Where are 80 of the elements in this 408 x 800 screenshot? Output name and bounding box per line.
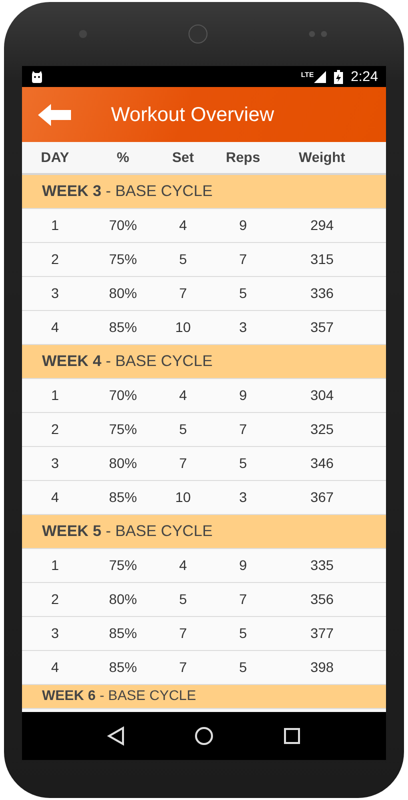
set-cell-text: 7 <box>178 658 188 677</box>
back-arrow-icon[interactable] <box>38 104 71 126</box>
weight-cell-text: 367 <box>309 488 335 507</box>
weight-cell-text: 315 <box>309 250 335 269</box>
recents-icon[interactable] <box>283 727 302 745</box>
weight-cell-text: 377 <box>309 624 335 643</box>
column-header: DAY <box>40 148 70 167</box>
weight-cell-text: 304 <box>309 386 335 405</box>
screen-title: Workout Overview <box>111 102 274 128</box>
set-cell-text: 5 <box>178 250 188 269</box>
day-cell-text: 4 <box>50 658 60 677</box>
percent-cell-text: 85% <box>108 624 138 643</box>
week-heading: WEEK 3 - BASE CYCLE <box>42 182 213 202</box>
home-icon[interactable] <box>194 726 214 746</box>
weight-cell-text: 336 <box>309 284 335 303</box>
set-cell-text: 5 <box>178 590 188 609</box>
reps-cell-text: 7 <box>238 590 248 609</box>
set-cell-text: 7 <box>178 284 188 303</box>
reps-cell-text: 5 <box>238 284 248 303</box>
percent-cell-text: 75% <box>108 556 138 575</box>
reps-cell-text: 7 <box>238 420 248 439</box>
set-cell-text: 7 <box>178 624 188 643</box>
percent-cell-text: 80% <box>108 454 138 473</box>
percent-cell-text: 70% <box>108 216 138 235</box>
percent-cell-text: 80% <box>108 590 138 609</box>
percent-cell-text: 85% <box>108 658 138 677</box>
reps-cell-text: 5 <box>238 658 248 677</box>
day-cell-text: 2 <box>50 420 60 439</box>
reps-cell-text: 7 <box>238 250 248 269</box>
reps-cell-text: 3 <box>238 488 248 507</box>
weight-cell-text: 357 <box>309 318 335 337</box>
column-header: % <box>116 148 130 167</box>
reps-cell-text: 9 <box>238 556 248 575</box>
set-cell-text: 10 <box>174 488 192 507</box>
weight-cell-text: 294 <box>309 216 335 235</box>
column-header: Reps <box>224 148 262 167</box>
clock: 2:24 <box>350 67 378 86</box>
sensor-icon <box>308 30 330 38</box>
week-heading: WEEK 4 - BASE CYCLE <box>42 352 213 372</box>
set-cell-text: 10 <box>174 318 192 337</box>
weight-cell-text: 398 <box>309 658 335 677</box>
speaker-icon <box>188 24 208 44</box>
back-icon[interactable] <box>106 726 125 746</box>
day-cell-text: 1 <box>50 556 60 575</box>
reps-cell-text: 9 <box>238 216 248 235</box>
set-cell-text: 4 <box>178 216 188 235</box>
weight-cell-text: 356 <box>309 590 335 609</box>
day-cell-text: 4 <box>50 488 60 507</box>
day-cell-text: 1 <box>50 216 60 235</box>
set-cell-text: 5 <box>178 420 188 439</box>
week-heading: WEEK 6 - BASE CYCLE <box>42 687 196 703</box>
weight-cell-text: 325 <box>309 420 335 439</box>
reps-cell-text: 9 <box>238 386 248 405</box>
day-cell-text: 4 <box>50 318 60 337</box>
set-cell-text: 4 <box>178 386 188 405</box>
day-cell-text: 3 <box>50 454 60 473</box>
column-header: Set <box>171 148 195 167</box>
signal-icon <box>314 70 326 82</box>
reps-cell-text: 5 <box>238 624 248 643</box>
percent-cell-text: 80% <box>108 284 138 303</box>
day-cell-text: 2 <box>50 250 60 269</box>
week-heading: WEEK 5 - BASE CYCLE <box>42 522 213 542</box>
day-cell-text: 3 <box>50 624 60 643</box>
weight-cell-text: 335 <box>309 556 335 575</box>
percent-cell-text: 70% <box>108 386 138 405</box>
day-cell-text: 2 <box>50 590 60 609</box>
day-cell-text: 1 <box>50 386 60 405</box>
set-cell-text: 4 <box>178 556 188 575</box>
column-header: Weight <box>298 148 346 167</box>
day-cell-text: 3 <box>50 284 60 303</box>
reps-cell-text: 3 <box>238 318 248 337</box>
percent-cell-text: 75% <box>108 420 138 439</box>
percent-cell-text: 75% <box>108 250 138 269</box>
percent-cell-text: 85% <box>108 488 138 507</box>
set-cell-text: 7 <box>178 454 188 473</box>
battery-icon <box>334 70 343 84</box>
android-icon <box>30 70 44 84</box>
reps-cell-text: 5 <box>238 454 248 473</box>
weight-cell-text: 346 <box>309 454 335 473</box>
percent-cell-text: 85% <box>108 318 138 337</box>
